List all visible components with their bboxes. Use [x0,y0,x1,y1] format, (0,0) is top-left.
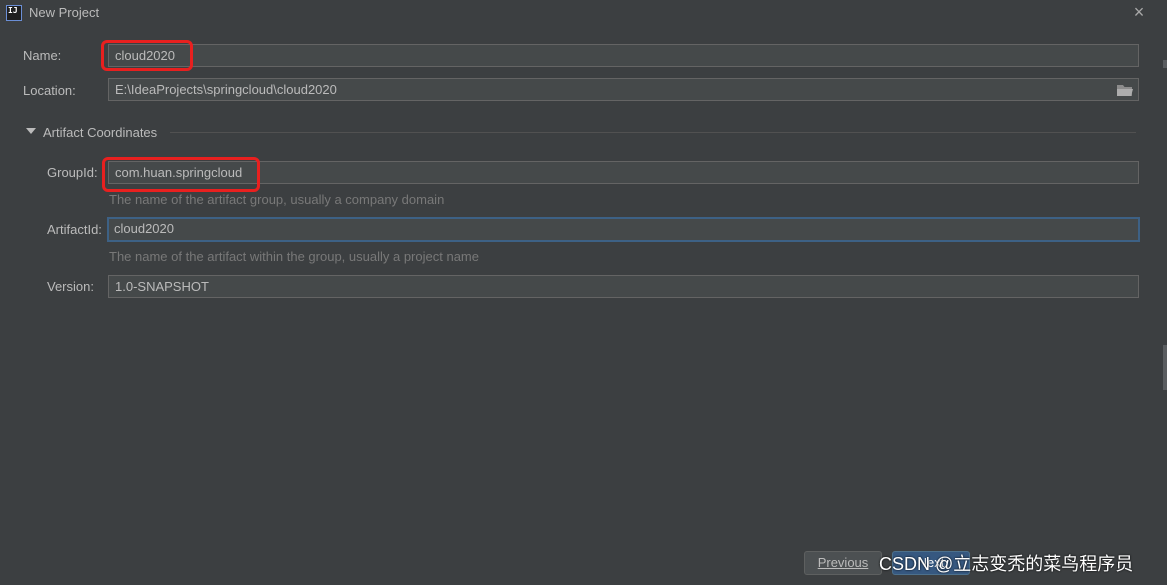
groupid-input[interactable]: com.huan.springcloud [108,161,1139,184]
name-label: Name: [23,48,62,63]
artifactid-input[interactable]: cloud2020 [107,217,1140,242]
location-label: Location: [23,83,76,98]
next-button[interactable]: Next [892,551,970,575]
version-input[interactable]: 1.0-SNAPSHOT [108,275,1139,298]
folder-icon[interactable] [1116,83,1134,97]
groupid-hint: The name of the artifact group, usually … [109,192,445,207]
artifactid-label: ArtifactId: [47,222,102,237]
artifactid-hint: The name of the artifact within the grou… [109,249,479,264]
scrollbar-track [1161,30,1167,585]
previous-button[interactable]: Previous [804,551,882,575]
artifact-coordinates-title[interactable]: Artifact Coordinates [43,125,157,140]
location-input[interactable]: E:\IdeaProjects\springcloud\cloud2020 [108,78,1139,101]
title-bar: IJ New Project × [0,0,1167,26]
name-input[interactable]: cloud2020 [108,44,1139,67]
expand-arrow-icon[interactable] [26,128,36,134]
scrollbar-marker [1163,60,1167,68]
section-divider [170,132,1136,133]
window-title: New Project [29,5,100,20]
intellij-logo-icon: IJ [6,5,22,21]
scrollbar-marker [1163,345,1167,390]
version-label: Version: [47,279,94,294]
groupid-label: GroupId: [47,165,98,180]
previous-button-label: Previous [817,555,869,570]
close-icon[interactable]: × [1131,2,1147,22]
